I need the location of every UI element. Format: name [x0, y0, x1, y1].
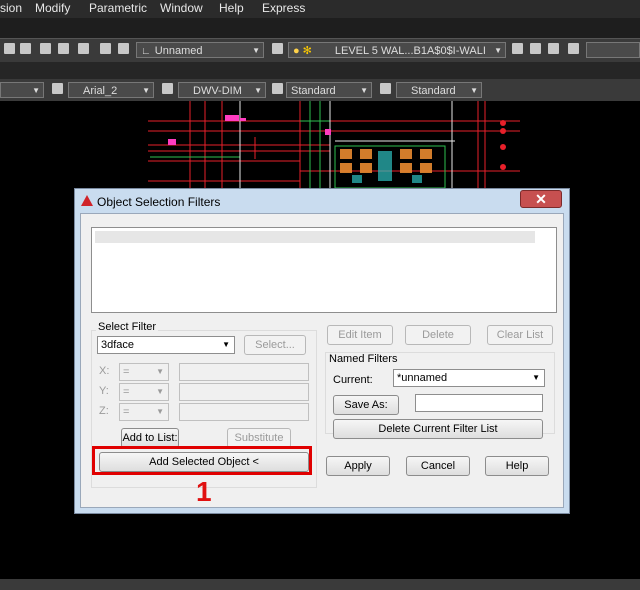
named-filters-heading: Named Filters	[327, 353, 400, 365]
lightbulb-icon: ●	[293, 45, 300, 57]
y-operator-select[interactable]: = ▼	[119, 383, 169, 401]
chevron-down-icon: ▼	[254, 86, 262, 95]
pan-icon[interactable]	[20, 43, 31, 54]
y-value-field[interactable]	[179, 383, 309, 401]
x-label: X:	[99, 365, 110, 377]
filter-list[interactable]	[91, 227, 557, 313]
delete-button[interactable]: Delete	[405, 325, 471, 345]
substitute-button[interactable]: Substitute	[227, 428, 291, 448]
current-filter-value: *unnamed	[397, 372, 448, 384]
status-bar	[0, 579, 640, 590]
layer-combo[interactable]: ● ✻ LEVEL 5 WAL...B1A$0$I-WALI ▼	[288, 42, 506, 58]
layer-match-icon[interactable]	[548, 43, 559, 54]
x-operator-select[interactable]: = ▼	[119, 363, 169, 381]
text-style-icon[interactable]	[52, 83, 63, 94]
chevron-down-icon: ▼	[156, 387, 164, 396]
chevron-down-icon: ▼	[494, 46, 502, 55]
x-value-field[interactable]	[179, 363, 309, 381]
z-operator-value: =	[123, 406, 130, 418]
menu-item-modify[interactable]: Modify	[35, 1, 70, 15]
dimension-style-icon[interactable]	[162, 83, 173, 94]
menu-item-parametric[interactable]: Parametric	[89, 1, 147, 15]
edit-item-button[interactable]: Edit Item	[327, 325, 393, 345]
menu-item-window[interactable]: Window	[160, 1, 203, 15]
toolbar-gap	[0, 62, 640, 79]
ribbon-gap	[0, 18, 640, 38]
zoom-icon[interactable]	[40, 43, 51, 54]
list-item[interactable]	[95, 231, 535, 243]
tablestyle-value: Standard	[291, 85, 336, 97]
current-label: Current:	[333, 374, 373, 386]
tablestyle-combo[interactable]: Standard ▼	[286, 82, 372, 98]
font-value: Arial_2	[83, 85, 118, 97]
select-filter-heading: Select Filter	[96, 321, 159, 333]
named-view-value: Unnamed	[154, 45, 203, 57]
chevron-down-icon: ▼	[142, 86, 150, 95]
make-current-icon[interactable]	[512, 43, 523, 54]
save-as-field[interactable]	[415, 394, 543, 412]
toolbar-styles: ▼ Arial_2 ▼ DWV-DIM ▼ Standard ▼ Standar…	[0, 79, 640, 101]
menu-item-draw[interactable]: sion	[0, 1, 22, 15]
layer-properties-icon[interactable]	[272, 43, 283, 54]
ucs-icon[interactable]	[100, 43, 111, 54]
step-highlight-box	[92, 446, 312, 475]
y-operator-value: =	[123, 386, 130, 398]
textstyle-combo[interactable]: ▼	[0, 82, 44, 98]
autocad-app-icon	[81, 195, 93, 206]
toolbar-properties: ∟ Unnamed ▼ ● ✻ LEVEL 5 WAL...B1A$0$I-WALI …	[0, 38, 640, 63]
z-operator-select[interactable]: = ▼	[119, 403, 169, 421]
filter-type-value: 3dface	[101, 339, 135, 351]
close-button[interactable]: ✕	[520, 190, 562, 208]
x-operator-value: =	[123, 366, 130, 378]
ucs-combo-icon: ∟	[141, 46, 151, 57]
save-as-button[interactable]: Save As:	[333, 395, 399, 415]
layer-state-icon[interactable]	[58, 43, 69, 54]
color-icon[interactable]	[568, 43, 579, 54]
multileader-combo[interactable]: Standard ▼	[396, 82, 482, 98]
chevron-down-icon: ▼	[470, 86, 478, 95]
apply-button[interactable]: Apply	[326, 456, 390, 476]
filter-type-select[interactable]: 3dface ▼	[97, 336, 235, 354]
current-filter-select[interactable]: *unnamed ▼	[393, 369, 545, 387]
add-to-list-button[interactable]: Add to List:	[121, 428, 179, 448]
chevron-down-icon: ▼	[252, 46, 260, 55]
named-view-combo[interactable]: ∟ Unnamed ▼	[136, 42, 264, 58]
delete-current-filter-list-button[interactable]: Delete Current Filter List	[333, 419, 543, 439]
color-combo[interactable]	[586, 42, 640, 58]
select-button[interactable]: Select...	[244, 335, 306, 355]
view-icon[interactable]	[4, 43, 15, 54]
menu-bar: sion Modify Parametric Window Help Expre…	[0, 0, 640, 18]
multileader-style-icon[interactable]	[380, 83, 391, 94]
layer-previous-icon[interactable]	[530, 43, 541, 54]
help-icon[interactable]	[78, 43, 89, 54]
font-combo[interactable]: Arial_2 ▼	[68, 82, 154, 98]
ucs-world-icon[interactable]	[118, 43, 129, 54]
chevron-down-icon: ▼	[156, 407, 164, 416]
chevron-down-icon: ▼	[532, 373, 540, 382]
menu-item-express[interactable]: Express	[262, 1, 305, 15]
sun-icon: ✻	[302, 45, 312, 57]
chevron-down-icon: ▼	[360, 86, 368, 95]
chevron-down-icon: ▼	[222, 340, 230, 349]
chevron-down-icon: ▼	[156, 367, 164, 376]
multileader-value: Standard	[411, 85, 456, 97]
menu-item-help[interactable]: Help	[219, 1, 244, 15]
clear-list-button[interactable]: Clear List	[487, 325, 553, 345]
z-value-field[interactable]	[179, 403, 309, 421]
layer-value: LEVEL 5 WAL...B1A$0$I-WALI	[334, 45, 486, 57]
cancel-button[interactable]: Cancel	[406, 456, 470, 476]
dimstyle-value: DWV-DIM	[193, 85, 242, 97]
help-button[interactable]: Help	[485, 456, 549, 476]
step-number-label: 1	[196, 476, 212, 507]
y-label: Y:	[99, 385, 109, 397]
chevron-down-icon: ▼	[32, 86, 40, 95]
z-label: Z:	[99, 405, 109, 417]
table-style-icon[interactable]	[272, 83, 283, 94]
dialog-title: Object Selection Filters	[97, 195, 221, 209]
dimstyle-combo[interactable]: DWV-DIM ▼	[178, 82, 266, 98]
